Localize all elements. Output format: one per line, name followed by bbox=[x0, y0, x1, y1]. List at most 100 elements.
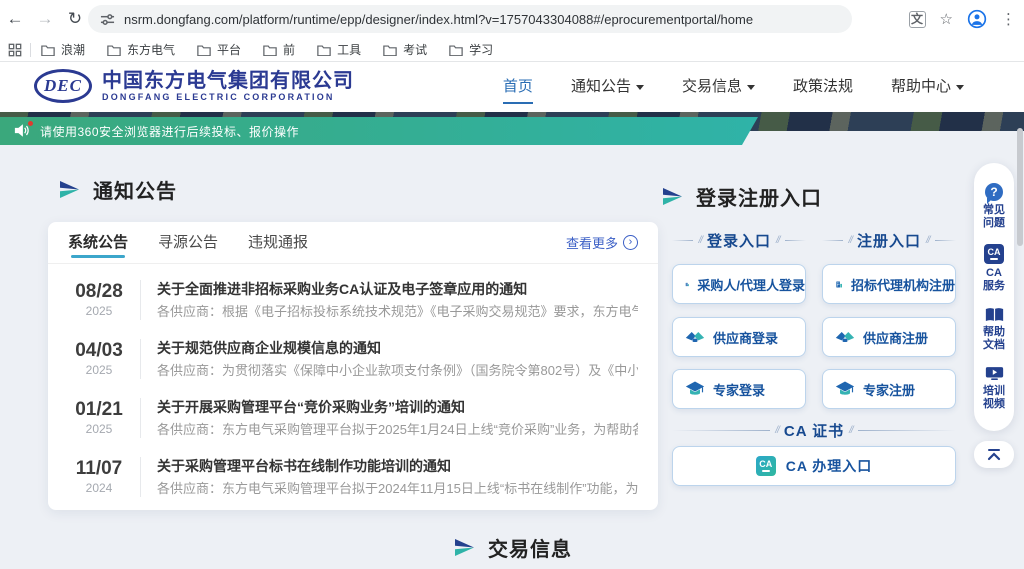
expert-login-button[interactable]: 专家登录 bbox=[672, 369, 806, 409]
bookmark-star-icon[interactable]: ☆ bbox=[940, 10, 953, 28]
handshake-icon bbox=[685, 328, 705, 346]
register-entry-header: // 注册入口 // bbox=[822, 230, 956, 251]
view-more-link[interactable]: 查看更多 › bbox=[566, 233, 638, 252]
company-logo[interactable]: DEC 中国东方电气集团有限公司 DONGFANG ELECTRIC CORPO… bbox=[34, 69, 354, 103]
section-title: 登录注册入口 bbox=[696, 182, 822, 211]
section-title: 交易信息 bbox=[488, 533, 572, 562]
reload-icon[interactable]: ↻ bbox=[60, 9, 90, 29]
notice-title[interactable]: 关于开展采购管理平台“竞价采购业务”培训的通知 bbox=[157, 397, 638, 417]
notice-row[interactable]: 04/032025 关于规范供应商企业规模信息的通知各供应商：为贯彻落实《保障中… bbox=[68, 329, 638, 388]
help-doc-icon bbox=[985, 307, 1004, 323]
bookmark-folder[interactable]: 学习 bbox=[449, 41, 493, 58]
agency-register-button[interactable]: 招标代理机构注册 bbox=[822, 264, 956, 304]
section-arrow-icon bbox=[60, 181, 80, 198]
tab-system-notices[interactable]: 系统公告 bbox=[68, 222, 128, 264]
notice-desc: 各供应商：东方电气采购管理平台拟于2025年1月24日上线“竞价采购”业务，为帮… bbox=[157, 420, 638, 439]
chevron-down-icon bbox=[636, 85, 644, 90]
url-text: nsrm.dongfang.com/platform/runtime/epp/d… bbox=[124, 12, 753, 27]
notice-title[interactable]: 关于全面推进非招标采购业务CA认证及电子签章应用的通知 bbox=[157, 279, 638, 299]
graduation-cap-icon bbox=[835, 380, 855, 398]
divider bbox=[140, 280, 141, 320]
bookmark-folder[interactable]: 浪潮 bbox=[41, 41, 85, 58]
bookmark-folder[interactable]: 工具 bbox=[317, 41, 361, 58]
purchaser-login-button[interactable]: 采购人/代理人登录 bbox=[672, 264, 806, 304]
bookmarks-bar: 浪潮 东方电气 平台 前 工具 考试 学习 bbox=[0, 38, 1024, 62]
nav-help-center[interactable]: 帮助中心 bbox=[891, 62, 964, 112]
notices-section-header: 通知公告 bbox=[60, 175, 177, 204]
notice-date: 01/212025 bbox=[68, 399, 130, 437]
apps-grid-icon[interactable] bbox=[8, 43, 22, 57]
notice-row[interactable]: 11/072024 关于采购管理平台标书在线制作功能培训的通知各供应商：东方电气… bbox=[68, 447, 638, 506]
scrollbar[interactable] bbox=[1017, 128, 1023, 246]
site-header: DEC 中国东方电气集团有限公司 DONGFANG ELECTRIC CORPO… bbox=[0, 62, 1024, 112]
ca-service-shortcut[interactable]: CA CA服务 bbox=[981, 244, 1007, 293]
nav-home[interactable]: 首页 bbox=[503, 62, 533, 112]
divider bbox=[30, 43, 31, 57]
supplier-login-button[interactable]: 供应商登录 bbox=[672, 317, 806, 357]
divider bbox=[140, 457, 141, 497]
company-name-en: DONGFANG ELECTRIC CORPORATION bbox=[102, 92, 354, 103]
building-icon bbox=[835, 275, 843, 294]
back-to-top-button[interactable] bbox=[974, 441, 1014, 468]
help-doc-shortcut[interactable]: 帮助文档 bbox=[981, 307, 1007, 352]
divider bbox=[140, 339, 141, 379]
nav-trade-info[interactable]: 交易信息 bbox=[682, 62, 755, 112]
notice-list: 08/282025 关于全面推进非招标采购业务CA认证及电子签章应用的通知各供应… bbox=[48, 264, 658, 506]
training-video-shortcut[interactable]: 培训视频 bbox=[981, 366, 1007, 411]
back-icon[interactable]: ← bbox=[0, 9, 30, 29]
ca-icon: CA bbox=[756, 456, 776, 476]
translate-icon[interactable]: 文 bbox=[909, 11, 926, 28]
trade-section-header: 交易信息 bbox=[455, 533, 572, 562]
company-name-cn: 中国东方电气集团有限公司 bbox=[102, 70, 354, 92]
ca-apply-button[interactable]: CA CA 办理入口 bbox=[672, 446, 956, 486]
notice-desc: 各供应商：东方电气采购管理平台拟于2024年11月15日上线“标书在线制作”功能… bbox=[157, 479, 638, 498]
divider bbox=[140, 398, 141, 438]
section-arrow-icon bbox=[455, 539, 475, 556]
bookmark-folder[interactable]: 平台 bbox=[197, 41, 241, 58]
bookmark-folder[interactable]: 前 bbox=[263, 41, 295, 58]
tab-sourcing-notices[interactable]: 寻源公告 bbox=[158, 222, 218, 264]
building-icon bbox=[685, 275, 689, 294]
page: ← → ↻ nsrm.dongfang.com/platform/runtime… bbox=[0, 0, 1024, 569]
notification-dot bbox=[28, 121, 33, 126]
nav-policies[interactable]: 政策法规 bbox=[793, 62, 853, 112]
handshake-icon bbox=[835, 328, 855, 346]
main-nav: 首页 通知公告 交易信息 政策法规 帮助中心 bbox=[503, 62, 964, 112]
forward-icon[interactable]: → bbox=[30, 9, 60, 29]
ca-icon: CA bbox=[984, 244, 1004, 264]
question-icon: ? bbox=[985, 183, 1003, 201]
tab-violation-reports[interactable]: 违规通报 bbox=[248, 222, 308, 264]
notice-date: 04/032025 bbox=[68, 340, 130, 378]
section-arrow-icon bbox=[663, 188, 683, 205]
supplier-register-button[interactable]: 供应商注册 bbox=[822, 317, 956, 357]
profile-avatar-icon[interactable] bbox=[967, 9, 987, 29]
login-section-header: 登录注册入口 bbox=[663, 182, 822, 211]
dec-logo-oval: DEC bbox=[34, 69, 92, 103]
notices-tabs: 系统公告 寻源公告 违规通报 查看更多 › bbox=[48, 222, 658, 264]
browser-menu-icon[interactable]: ⋮ bbox=[1001, 10, 1016, 28]
site-settings-icon[interactable] bbox=[100, 12, 115, 27]
floating-help-rail: ? 常见问题 CA CA服务 帮助文档 培训视频 bbox=[974, 163, 1014, 431]
training-video-icon bbox=[985, 366, 1004, 382]
notice-title[interactable]: 关于采购管理平台标书在线制作功能培训的通知 bbox=[157, 456, 638, 476]
bookmark-folder[interactable]: 东方电气 bbox=[107, 41, 175, 58]
address-bar[interactable]: nsrm.dongfang.com/platform/runtime/epp/d… bbox=[88, 5, 852, 33]
notice-date: 08/282025 bbox=[68, 281, 130, 319]
back-to-top-icon bbox=[986, 448, 1002, 461]
chevron-down-icon bbox=[956, 85, 964, 90]
notice-desc: 各供应商：根据《电子招标投标系统技术规范》《电子采购交易规范》要求，东方电气采购… bbox=[157, 302, 638, 321]
nav-notices[interactable]: 通知公告 bbox=[571, 62, 644, 112]
notices-card: 系统公告 寻源公告 违规通报 查看更多 › 08/282025 关于全面推进非招… bbox=[48, 222, 658, 510]
bookmark-folder[interactable]: 考试 bbox=[383, 41, 427, 58]
speaker-icon bbox=[14, 123, 32, 139]
graduation-cap-icon bbox=[685, 380, 705, 398]
chevron-right-circle-icon: › bbox=[623, 235, 638, 250]
notice-title[interactable]: 关于规范供应商企业规模信息的通知 bbox=[157, 338, 638, 358]
expert-register-button[interactable]: 专家注册 bbox=[822, 369, 956, 409]
notice-row[interactable]: 01/212025 关于开展采购管理平台“竞价采购业务”培训的通知各供应商：东方… bbox=[68, 388, 638, 447]
browser-toolbar: ← → ↻ nsrm.dongfang.com/platform/runtime… bbox=[0, 0, 1024, 38]
login-entry-header: // 登录入口 // bbox=[672, 230, 806, 251]
notice-row[interactable]: 08/282025 关于全面推进非招标采购业务CA认证及电子签章应用的通知各供应… bbox=[68, 270, 638, 329]
faq-shortcut[interactable]: ? 常见问题 bbox=[981, 183, 1007, 230]
section-title: 通知公告 bbox=[93, 175, 177, 204]
